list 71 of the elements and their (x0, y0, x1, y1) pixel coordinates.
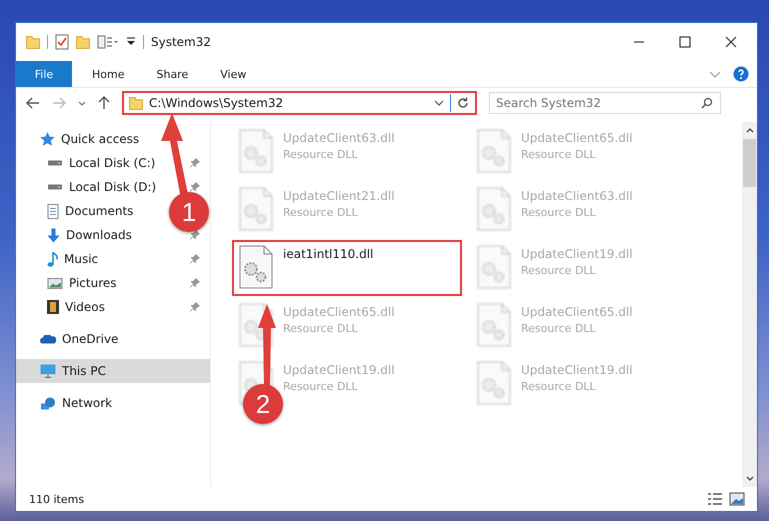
pin-icon[interactable] (190, 254, 200, 264)
drive-icon (47, 184, 63, 190)
sidebar-item[interactable]: Local Disk (C:) (47, 156, 156, 170)
dropdown-icon[interactable] (434, 100, 444, 106)
network-icon (40, 396, 56, 410)
scrollbar[interactable] (742, 122, 757, 487)
file-type: Resource DLL (521, 206, 596, 219)
sidebar-item[interactable]: Documents (47, 204, 134, 218)
sidebar-item[interactable]: Downloads (47, 228, 132, 242)
folder-icon (129, 96, 143, 110)
music-note-icon (47, 252, 58, 266)
expand-ribbon-icon[interactable] (709, 70, 721, 78)
sidebar-item[interactable]: This PC (40, 364, 106, 378)
window-title: System32 (151, 35, 212, 49)
pin-icon[interactable] (190, 182, 200, 192)
address-bar[interactable]: C:\Windows\System32 (122, 91, 477, 115)
dll-file-icon[interactable] (239, 245, 273, 289)
back-icon[interactable] (26, 97, 40, 109)
details-view-icon[interactable] (707, 493, 723, 505)
help-icon[interactable] (733, 66, 749, 82)
film-icon (47, 300, 59, 314)
folder-icon (26, 36, 40, 48)
pin-icon[interactable] (190, 158, 200, 168)
minimize-icon[interactable] (633, 41, 645, 43)
file-name[interactable]: ieat1intl110.dll (283, 247, 374, 261)
pin-icon[interactable] (190, 278, 200, 288)
maximize-icon[interactable] (679, 36, 691, 48)
view-options-icon[interactable] (97, 35, 119, 49)
sidebar-item[interactable]: Videos (47, 300, 105, 314)
file-type: Resource DLL (283, 206, 358, 219)
file-type: Resource DLL (521, 264, 596, 277)
scroll-down-icon[interactable] (746, 476, 754, 481)
customize-dropdown-icon[interactable] (126, 37, 136, 47)
ribbon-tab[interactable]: Share (142, 61, 202, 87)
file-type: Resource DLL (521, 380, 596, 393)
ribbon-tab[interactable]: View (206, 61, 260, 87)
computer-icon (40, 364, 56, 378)
sidebar-item[interactable]: Network (40, 396, 112, 410)
search-icon (701, 97, 713, 109)
sidebar-item[interactable]: Local Disk (D:) (47, 180, 156, 194)
address-path: C:\Windows\System32 (149, 96, 284, 110)
file-tab[interactable]: File (16, 61, 72, 87)
sidebar-item[interactable]: Quick access (40, 132, 140, 146)
scrollbar-thumb[interactable] (743, 139, 756, 187)
pin-icon[interactable] (190, 302, 200, 312)
file-type: Resource DLL (521, 148, 596, 161)
sidebar-item[interactable]: Pictures (47, 276, 117, 290)
document-icon (47, 204, 59, 218)
recent-locations-icon[interactable] (78, 100, 86, 106)
search-field[interactable]: Search System32 (489, 92, 721, 114)
new-folder-icon[interactable] (76, 36, 90, 48)
up-icon[interactable] (98, 96, 110, 110)
picture-icon (47, 278, 63, 288)
star-icon (40, 132, 55, 146)
item-count: 110 items (29, 492, 84, 506)
file-type: Resource DLL (283, 322, 358, 335)
file-type: Resource DLL (283, 148, 358, 161)
cloud-icon (40, 334, 56, 344)
large-icons-view-icon[interactable] (729, 492, 745, 506)
drive-icon (47, 160, 63, 166)
ribbon-tab[interactable]: Home (78, 61, 138, 87)
sidebar-item[interactable]: OneDrive (40, 332, 118, 346)
sidebar-item[interactable]: Music (47, 252, 98, 266)
refresh-icon[interactable] (457, 97, 469, 109)
pin-icon[interactable] (190, 230, 200, 240)
close-icon[interactable] (725, 36, 737, 48)
file-type: Resource DLL (521, 322, 596, 335)
download-icon (47, 228, 60, 242)
scroll-up-icon[interactable] (746, 128, 754, 133)
file-type: Resource DLL (283, 380, 358, 393)
properties-icon[interactable] (55, 34, 69, 50)
